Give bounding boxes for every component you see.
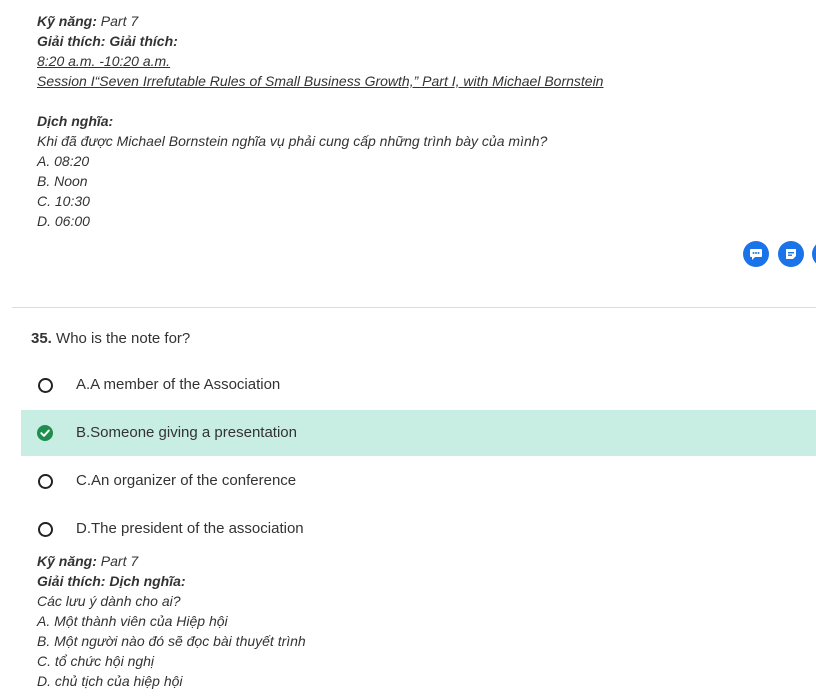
skill-line: Kỹ năng: Part 7 [37,11,603,31]
translation-question: Các lưu ý dành cho ai? [37,593,181,609]
skill-label: Kỹ năng: [37,13,97,29]
translation-option-c: C. 10:30 [37,193,90,209]
translation-option-b: B. Một người nào đó sẽ đọc bài thuyết tr… [37,633,306,649]
radio-icon[interactable] [38,522,53,537]
skill-label: Kỹ năng: [37,553,97,569]
explain-label: Giải thích: Dịch nghĩa: [37,573,186,589]
option-label: B.Someone giving a presentation [76,424,297,441]
skill-value: Part 7 [100,13,139,29]
translation-option-a: A. 08:20 [37,153,90,169]
translation-option-c: C. tổ chức hội nghị [37,653,155,669]
note-icon[interactable] [778,241,804,267]
option-label: C.An organizer of the conference [76,472,297,489]
page: Kỹ năng: Part 7 Giải thích: Giải thích: … [0,0,816,700]
option-a[interactable]: A.A member of the Association [21,362,816,408]
translation-option-b: B. Noon [37,173,88,189]
session-line: Session I“Seven Irrefutable Rules of Sma… [37,73,604,89]
time-line: 8:20 a.m. -10:20 a.m. [37,53,171,69]
translation-label: Dịch nghĩa: [37,113,114,129]
explain-line: Giải thích: Dịch nghĩa: [37,571,306,591]
translation-option-a: A. Một thành viên của Hiệp hội [37,613,228,629]
skill-line: Kỹ năng: Part 7 [37,551,306,571]
option-b[interactable]: B.Someone giving a presentation [21,410,816,456]
option-c[interactable]: C.An organizer of the conference [21,458,816,504]
radio-icon[interactable] [38,474,53,489]
radio-icon[interactable] [38,378,53,393]
question-title: 35. Who is the note for? [31,329,190,349]
chat-icon[interactable] [743,241,769,267]
explanation-top: Kỹ năng: Part 7 Giải thích: Giải thích: … [37,11,603,231]
option-d[interactable]: D.The president of the association [21,506,816,552]
explain-line: Giải thích: Giải thích: [37,31,603,51]
skill-value: Part 7 [100,553,139,569]
question-text: Who is the note for? [56,330,191,347]
translation-label-line: Dịch nghĩa: [37,111,603,131]
option-label: D.The president of the association [76,520,304,537]
check-circle-icon[interactable] [37,425,53,441]
translation-question: Khi đã được Michael Bornstein nghĩa vụ p… [37,133,548,149]
explain-label: Giải thích: Giải thích: [37,33,178,49]
translation-option-d: D. 06:00 [37,213,90,229]
question-number: 35. [31,330,52,347]
section-divider [12,307,816,308]
translation-option-d: D. chủ tịch của hiệp hội [37,673,183,689]
extra-icon[interactable] [812,241,816,267]
option-label: A.A member of the Association [76,376,281,393]
explanation-bottom: Kỹ năng: Part 7 Giải thích: Dịch nghĩa: … [37,551,306,691]
